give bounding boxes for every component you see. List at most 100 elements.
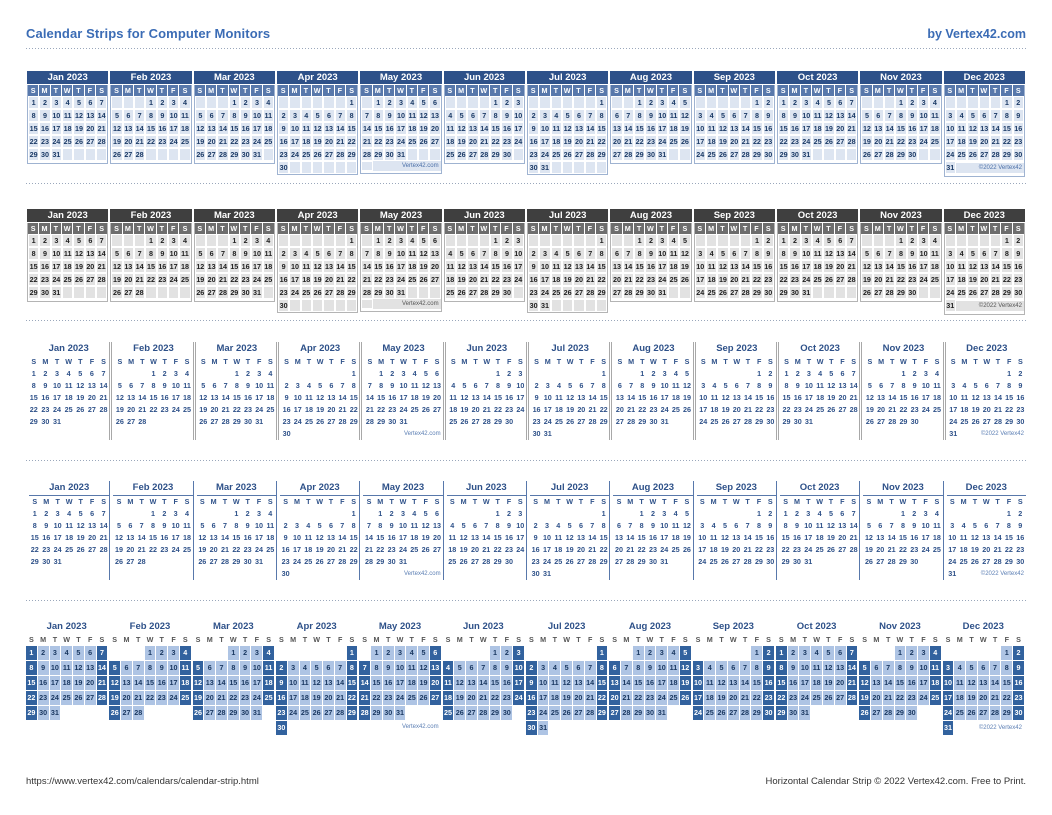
- dow-label-4: T: [829, 357, 834, 366]
- day-cell: 17: [289, 135, 301, 148]
- day-cell: 2: [39, 96, 51, 109]
- footer-url[interactable]: https://www.vertex42.com/calendars/calen…: [26, 776, 259, 787]
- day-cell: 2: [390, 369, 395, 378]
- month-block-apr-2023: Apr 2023 S M T W T F S 1 2 3 4 5 6 7 8 9 10 11 12 13 14 15 16 17…: [275, 481, 360, 580]
- day-cell: 22: [148, 545, 157, 554]
- day-cell: 12: [967, 260, 979, 273]
- day-cell: 21: [220, 545, 229, 554]
- month-title: Feb 2023: [133, 343, 174, 354]
- day-cell-empty: [469, 508, 480, 520]
- day-cell-empty: [61, 706, 72, 720]
- dow-label-2: T: [467, 223, 479, 234]
- day-cell: 3: [168, 646, 179, 660]
- day-grid: 1 2 3 4 5 6 7 8 9 10 11 12 13 14 15 16 17 18 19 20 21 22 23 24 2…: [26, 646, 108, 723]
- month-block-dec-2023: Dec 2023 S M T W T F S 1 2 3 4 5 6 7 8 9 10 11 12 13 14 15 16 17…: [942, 620, 1026, 738]
- day-cell: 27: [429, 273, 441, 286]
- day-cell: 7: [890, 381, 895, 390]
- day-cell: 3: [806, 509, 811, 518]
- day-cell: 6: [734, 381, 739, 390]
- dow-label-0: S: [199, 497, 205, 506]
- day-cell: 4: [61, 96, 74, 109]
- dow-label-2: T: [472, 497, 478, 506]
- day-cell: 7: [989, 661, 1001, 675]
- day-cell: 22: [781, 545, 790, 554]
- day-cell-empty: [694, 299, 706, 301]
- day-cell: 20: [432, 533, 441, 542]
- day-cell: 12: [76, 521, 85, 530]
- dow-label-1: M: [710, 497, 717, 506]
- day-cell: 11: [299, 676, 311, 690]
- day-cell: 17: [167, 260, 180, 273]
- month-grid-wrap: S M T W T F S 1 2 3 4 5 6 7 8 9 10 11 12 13 14 15 16 17 18 19 20 21…: [776, 223, 859, 302]
- day-cell-empty: [613, 508, 624, 520]
- dow-label-5: F: [501, 85, 513, 96]
- day-cell: 15: [1001, 122, 1013, 135]
- day-cell: 14: [365, 393, 374, 402]
- day-cell: 19: [311, 691, 323, 705]
- day-cell: 20: [429, 122, 441, 135]
- dow-label-6: S: [434, 497, 440, 506]
- dow-label-6: S: [1012, 223, 1024, 234]
- dow-label-0: S: [445, 635, 451, 644]
- day-cell: 24: [50, 273, 62, 286]
- day-cell-empty: [550, 96, 562, 109]
- day-cell-empty: [467, 299, 479, 301]
- dow-label-2: T: [550, 223, 562, 234]
- day-grid: 1 2 3 4 5 6 7 8 9 10 11 12 13 14 15 16 17 18 19 20 21 22 23 24 2…: [530, 508, 609, 580]
- day-cell: 25: [554, 557, 563, 566]
- day-cell-empty: [311, 646, 322, 660]
- day-cell: 5: [117, 381, 122, 390]
- day-cell-empty: [303, 428, 314, 440]
- day-cell: 14: [584, 676, 596, 690]
- month-grid-wrap: S M T W T F S 1 2 3 4 5 6 7 8 9 10 11 12 13 14 15 16 17 18 19 20 21…: [27, 223, 109, 302]
- day-cell: 13: [871, 676, 882, 690]
- day-cell-empty: [989, 234, 1002, 247]
- dow-label-2: T: [550, 85, 562, 96]
- day-cell: 11: [704, 676, 716, 690]
- day-cell-empty: [848, 416, 859, 428]
- day-cell: 19: [967, 273, 979, 286]
- day-cell-empty: [326, 368, 337, 380]
- dow-label-0: S: [611, 223, 623, 234]
- day-cell-empty: [311, 721, 322, 735]
- day-cell: 1: [596, 646, 608, 660]
- day-cell: 10: [918, 661, 929, 675]
- day-cell: 6: [728, 247, 740, 260]
- day-cell: 28: [989, 706, 1001, 720]
- day-cell: 24: [799, 691, 811, 705]
- day-cell: 30: [1013, 706, 1024, 720]
- month-title: Sep 2023: [693, 71, 775, 85]
- day-cell: 31: [539, 299, 551, 312]
- dow-row: SMTWTFS: [861, 85, 941, 96]
- day-cell-empty: [667, 148, 680, 161]
- day-cell-empty: [633, 161, 646, 163]
- day-cell: 30: [793, 417, 802, 426]
- day-cell: 11: [667, 247, 680, 260]
- day-cell: 17: [53, 533, 62, 542]
- month-block-feb-2023: Feb 2023 S M T W T F S 1 2 3 4 5 6 7 8 9 10 11 12 13 14 15 16 17…: [109, 481, 193, 580]
- day-cell: 29: [754, 557, 763, 566]
- dow-label-5: F: [251, 85, 263, 96]
- day-cell: 2: [906, 96, 918, 109]
- day-cell-empty: [121, 721, 132, 723]
- day-cell: 26: [199, 417, 208, 426]
- dow-label-2: T: [217, 223, 229, 234]
- dow-label-4: T: [162, 497, 167, 506]
- day-cell: 10: [289, 260, 301, 273]
- day-cell: 1: [145, 96, 157, 109]
- dow-label-4: T: [489, 85, 502, 96]
- dow-label-1: M: [377, 497, 384, 506]
- day-cell: 5: [417, 96, 430, 109]
- day-cell: 31: [50, 148, 62, 161]
- day-cell-empty: [73, 706, 84, 720]
- day-cell: 12: [682, 521, 691, 530]
- day-cell: 21: [361, 135, 373, 148]
- day-cell-empty: [679, 299, 691, 301]
- day-cell-empty: [170, 556, 181, 568]
- day-cell: 30: [648, 557, 657, 566]
- day-cell: 10: [53, 521, 62, 530]
- day-cell: 28: [137, 557, 146, 566]
- day-cell: 16: [504, 533, 513, 542]
- day-cell: 12: [198, 533, 207, 542]
- dow-label-2: T: [722, 497, 728, 506]
